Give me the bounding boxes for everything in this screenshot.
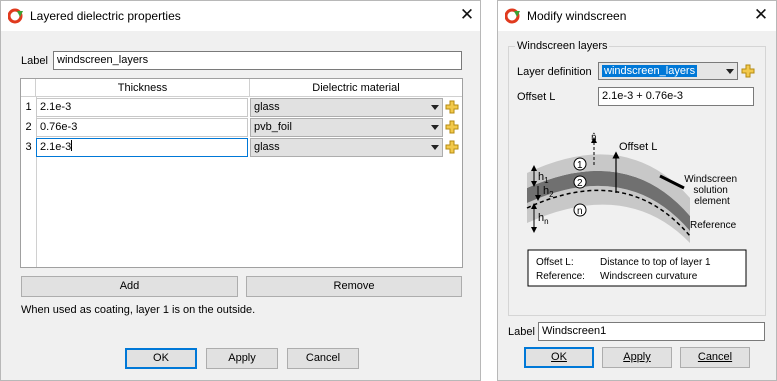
label-input[interactable]: Windscreen1: [538, 322, 765, 341]
layered-dielectric-dialog: Layered dielectric properties ✕ Label wi…: [0, 0, 481, 381]
legend-key: Reference:: [536, 271, 585, 282]
add-material-icon[interactable]: [445, 100, 459, 114]
thickness-cell[interactable]: 0.76e-3: [36, 118, 248, 137]
label-caption: Label: [21, 55, 48, 67]
material-select[interactable]: pvb_foil: [250, 118, 443, 137]
offset-input[interactable]: 2.1e-3 + 0.76e-3: [598, 87, 754, 106]
app-icon: [505, 8, 520, 24]
ok-button[interactable]: OK: [524, 347, 594, 368]
row-number: 1: [25, 101, 32, 113]
layers-table: Thickness Dielectric material 1 2.1e-3 g…: [20, 78, 463, 268]
material-value: pvb_foil: [254, 121, 292, 133]
thickness-cell-editing[interactable]: 2.1e-3: [36, 138, 248, 157]
dialog-title: Layered dielectric properties: [30, 9, 181, 23]
layer-definition-value: windscreen_layers: [602, 65, 698, 77]
row-number-header: [21, 79, 36, 97]
dropdown-arrow-icon: [726, 69, 734, 74]
normal-label: n̂: [591, 132, 597, 143]
dropdown-arrow-icon: [431, 105, 439, 110]
ok-label: OK: [551, 351, 567, 363]
group-title: Windscreen layers: [515, 40, 610, 52]
add-layer-definition-icon[interactable]: [741, 64, 755, 78]
apply-button[interactable]: Apply: [206, 348, 278, 369]
app-icon: [8, 8, 23, 24]
text-caret: [71, 140, 73, 151]
legend-value: Windscreen curvature: [600, 271, 698, 282]
label-caption: Label: [508, 326, 535, 338]
windscreen-layers-diagram: n̂ Offset L 1 2 n h1 h2 hn Windscreen so…: [526, 132, 747, 287]
cancel-button[interactable]: Cancel: [680, 347, 750, 368]
add-row-button[interactable]: Add: [21, 276, 238, 297]
offset-diagram-label: Offset L: [619, 141, 657, 153]
title-bar: Layered dielectric properties ✕: [1, 1, 480, 31]
dropdown-arrow-icon: [431, 125, 439, 130]
material-value: glass: [254, 101, 280, 113]
coating-note: When used as coating, layer 1 is on the …: [21, 304, 256, 316]
dropdown-arrow-icon: [431, 145, 439, 150]
label-input[interactable]: windscreen_layers: [53, 51, 462, 70]
ok-button[interactable]: OK: [125, 348, 197, 369]
material-select[interactable]: glass: [250, 138, 443, 157]
material-select[interactable]: glass: [250, 98, 443, 117]
apply-button[interactable]: Apply: [602, 347, 672, 368]
layer-definition-caption: Layer definition: [517, 66, 592, 78]
layer-1-label: 1: [577, 160, 583, 171]
dialog-title: Modify windscreen: [527, 9, 627, 23]
cancel-label: Cancel: [697, 351, 733, 363]
solution-element-label: Windscreen solution element: [684, 174, 740, 207]
close-icon[interactable]: ✕: [456, 5, 478, 27]
row-number: 2: [25, 121, 32, 133]
material-value: glass: [254, 141, 280, 153]
close-icon[interactable]: ✕: [750, 5, 772, 27]
apply-label: Apply: [623, 351, 651, 363]
row-number: 3: [25, 141, 32, 153]
title-bar: Modify windscreen ✕: [498, 1, 776, 31]
add-material-icon[interactable]: [445, 120, 459, 134]
legend-key: Offset L:: [536, 257, 574, 268]
offset-caption: Offset L: [517, 91, 556, 103]
layer-definition-select[interactable]: windscreen_layers: [598, 62, 738, 80]
remove-row-button[interactable]: Remove: [246, 276, 462, 297]
legend-value: Distance to top of layer 1: [600, 257, 711, 268]
layer-2-label: 2: [577, 178, 583, 189]
add-material-icon[interactable]: [445, 140, 459, 154]
cancel-button[interactable]: Cancel: [287, 348, 359, 369]
column-header-thickness[interactable]: Thickness: [36, 79, 250, 97]
reference-label: Reference: [690, 220, 737, 231]
thickness-value: 2.1e-3: [40, 141, 72, 153]
column-header-material[interactable]: Dielectric material: [250, 79, 462, 97]
layer-n-label: n: [577, 206, 583, 217]
thickness-cell[interactable]: 2.1e-3: [36, 98, 248, 117]
